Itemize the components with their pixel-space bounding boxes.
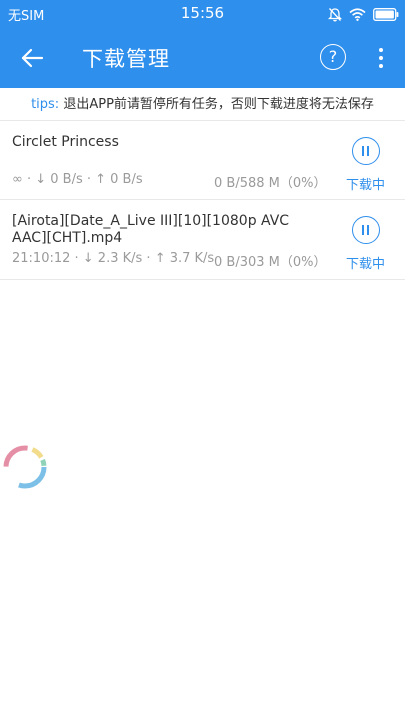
- tips-label: tips:: [31, 97, 60, 112]
- more-options-button[interactable]: [372, 46, 390, 70]
- battery-icon: [373, 7, 399, 21]
- task-size: 0 B/588 M（0%）: [214, 176, 327, 191]
- loading-spinner-icon: [0, 442, 50, 492]
- app-bar: 下载管理 ?: [0, 28, 405, 88]
- pause-button[interactable]: [352, 216, 380, 244]
- download-task[interactable]: Circlet Princess ∞ · ↓ 0 B/s · ↑ 0 B/s 0…: [0, 121, 405, 200]
- help-button[interactable]: ?: [320, 44, 346, 70]
- status-bar: 无SIM 15:56: [0, 0, 405, 28]
- status-icons: [328, 6, 399, 22]
- pause-button[interactable]: [352, 137, 380, 165]
- tips-text: 退出APP前请暂停所有任务，否则下载进度将无法保存: [59, 97, 374, 112]
- task-size: 0 B/303 M（0%）: [214, 255, 327, 270]
- task-stats: ∞ · ↓ 0 B/s · ↑ 0 B/s: [12, 172, 143, 187]
- tips-banner: tips: 退出APP前请暂停所有任务，否则下载进度将无法保存: [0, 90, 405, 121]
- arrow-left-icon: [21, 48, 44, 68]
- task-stats: 21:10:12 · ↓ 2.3 K/s · ↑ 3.7 K/s: [12, 251, 215, 266]
- page-title: 下载管理: [82, 47, 170, 71]
- wifi-icon: [349, 7, 366, 21]
- task-name: Circlet Princess: [12, 134, 119, 150]
- task-status: 下载中: [346, 178, 386, 193]
- help-icon: ?: [328, 47, 338, 66]
- alarm-off-icon: [328, 7, 342, 22]
- back-button[interactable]: [14, 42, 50, 74]
- task-name: [Airota][Date_A_Live III][10][1080p AVC …: [12, 213, 290, 246]
- download-task[interactable]: [Airota][Date_A_Live III][10][1080p AVC …: [0, 200, 405, 280]
- task-status: 下载中: [346, 257, 386, 272]
